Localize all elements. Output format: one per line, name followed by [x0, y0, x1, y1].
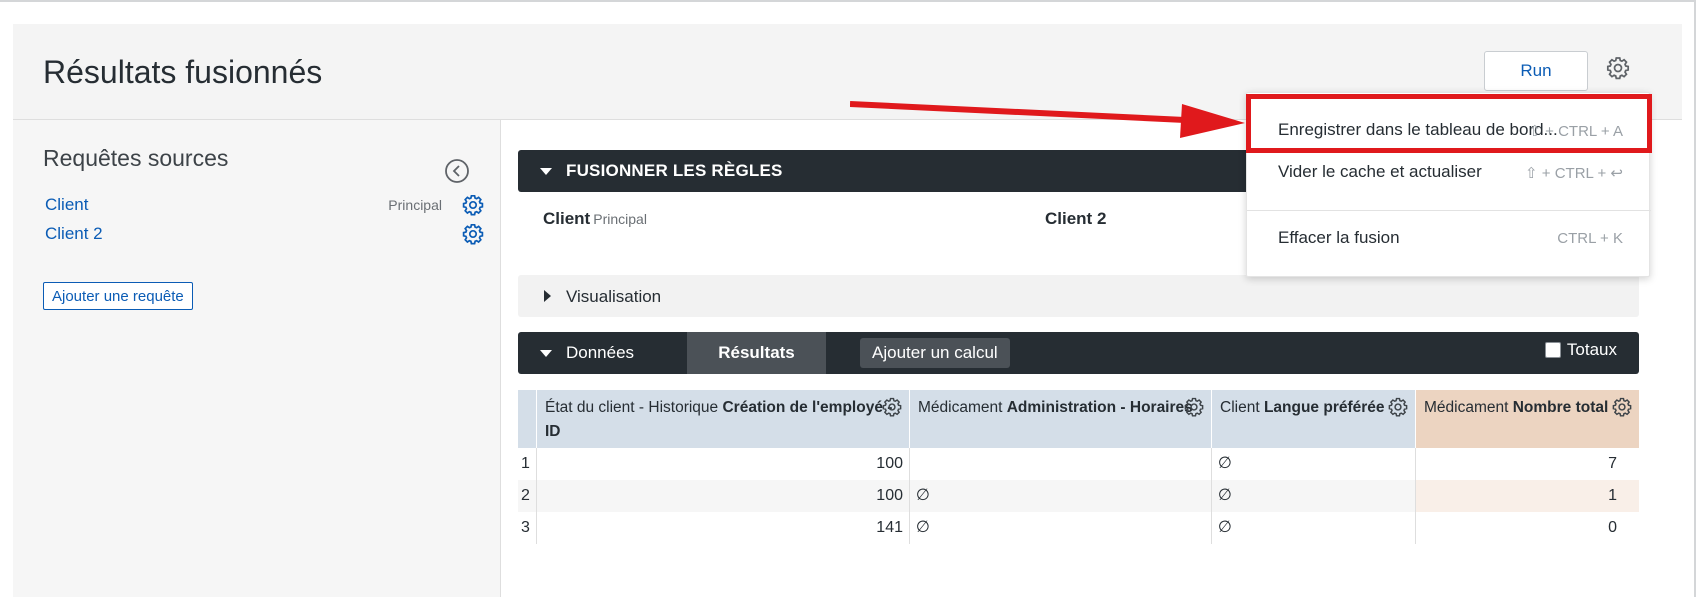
- menu-divider: [1247, 210, 1651, 211]
- source-row-client: Client Principal: [45, 193, 485, 219]
- caret-right-icon: [544, 290, 551, 302]
- totals-toggle[interactable]: Totaux: [1544, 340, 1617, 360]
- source-link-client-2[interactable]: Client 2: [45, 224, 103, 244]
- menu-item-clear-merge[interactable]: Effacer la fusion CTRL + K: [1247, 219, 1651, 259]
- column-header[interactable]: Client Langue préférée: [1211, 390, 1415, 448]
- gear-icon[interactable]: [461, 193, 485, 217]
- primary-badge: Principal: [593, 211, 647, 227]
- gear-icon[interactable]: [881, 396, 903, 418]
- caret-down-icon[interactable]: [540, 350, 552, 357]
- visualization-bar[interactable]: Visualisation: [518, 275, 1639, 317]
- source-row-client-2: Client 2: [45, 222, 485, 248]
- add-query-button[interactable]: Ajouter une requête: [43, 282, 193, 310]
- table-cell: 7: [1415, 448, 1639, 480]
- chevron-left-circle-icon[interactable]: [444, 158, 470, 184]
- row-index: 3: [521, 519, 530, 536]
- run-button[interactable]: Run: [1484, 51, 1588, 91]
- primary-badge: Principal: [388, 197, 442, 213]
- menu-item-clear-cache-refresh[interactable]: Vider le cache et actualiser ⇧ + CTRL + …: [1247, 153, 1651, 193]
- data-bar: Données Résultats Ajouter un calcul Tota…: [518, 332, 1639, 374]
- tab-results[interactable]: Résultats: [687, 332, 826, 374]
- shortcut-hint: CTRL + K: [1557, 230, 1623, 247]
- table-row: 3 141 ∅ ∅ 0: [518, 512, 1639, 544]
- window-top-border: [0, 0, 1696, 2]
- annotation-highlight-box: [1246, 94, 1652, 153]
- gear-icon[interactable]: [461, 222, 485, 246]
- table-cell: 100: [536, 480, 909, 512]
- index-header: [518, 390, 536, 448]
- row-index: 2: [521, 487, 530, 504]
- visualization-title: Visualisation: [566, 287, 662, 306]
- table-row: 2 100 ∅ ∅ 1: [518, 480, 1639, 512]
- table-cell: ∅: [909, 512, 1211, 544]
- row-index: 1: [521, 455, 530, 472]
- data-tab[interactable]: Données: [566, 343, 634, 363]
- column-header[interactable]: Médicament Administration - Horaires: [909, 390, 1211, 448]
- merge-left-source: Client Principal: [543, 209, 647, 228]
- table-row: 1 100 ∅ 7: [518, 448, 1639, 480]
- table-cell: ∅: [1211, 512, 1415, 544]
- caret-down-icon: [540, 168, 552, 175]
- table-cell: 1: [1415, 480, 1639, 512]
- table-cell: 100: [536, 448, 909, 480]
- table-cell: ∅: [909, 480, 1211, 512]
- shortcut-hint: ⇧ + CTRL + ↩: [1525, 165, 1623, 182]
- annotation-arrow-icon: [850, 101, 1245, 138]
- source-link-client[interactable]: Client: [45, 195, 88, 215]
- table-cell: 0: [1415, 512, 1639, 544]
- table-cell: [909, 448, 1211, 480]
- add-calculation-button[interactable]: Ajouter un calcul: [860, 338, 1010, 368]
- gear-icon[interactable]: [1605, 55, 1631, 81]
- totals-checkbox[interactable]: [1544, 342, 1561, 358]
- gear-icon[interactable]: [1611, 396, 1633, 418]
- merge-rules-title: FUSIONNER LES RÈGLES: [566, 161, 783, 180]
- column-header[interactable]: État du client - Historique Création de …: [536, 390, 909, 448]
- column-header[interactable]: Médicament Nombre total: [1415, 390, 1639, 448]
- table-cell: ∅: [1211, 480, 1415, 512]
- table-cell: ∅: [1211, 448, 1415, 480]
- page-title: Résultats fusionnés: [43, 54, 323, 90]
- gear-icon[interactable]: [1183, 396, 1205, 418]
- sidebar-title: Requêtes sources: [43, 145, 229, 171]
- table-cell: 141: [536, 512, 909, 544]
- merge-right-source: Client 2: [1045, 209, 1107, 228]
- table-header: État du client - Historique Création de …: [518, 390, 1639, 448]
- source-queries-sidebar: Requêtes sources Client Principal Client…: [13, 120, 501, 597]
- totals-label: Totaux: [1566, 340, 1617, 359]
- gear-icon[interactable]: [1387, 396, 1409, 418]
